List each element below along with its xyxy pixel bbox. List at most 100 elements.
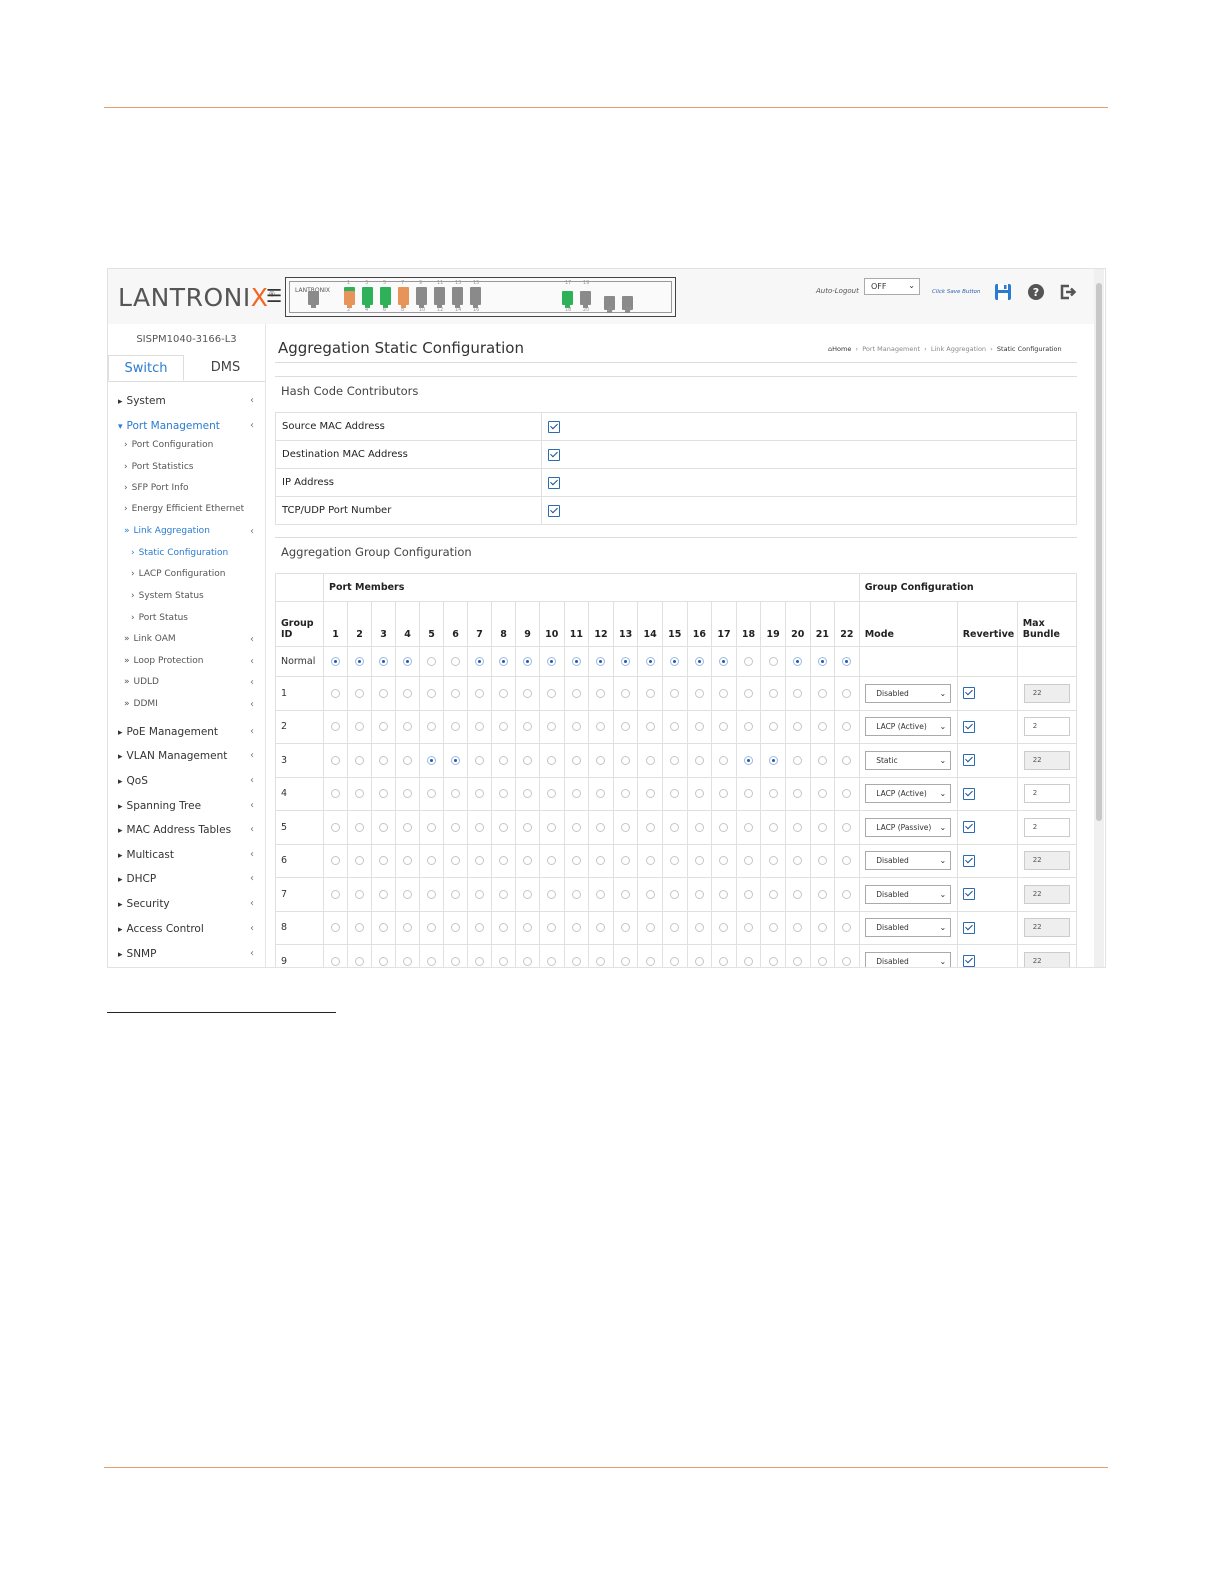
port-radio[interactable] (427, 923, 436, 933)
port-radio[interactable] (645, 923, 655, 933)
port-radio[interactable] (547, 956, 557, 966)
port-radio[interactable] (793, 923, 803, 933)
port-radio[interactable] (475, 856, 484, 866)
port-radio[interactable] (596, 856, 606, 866)
port-radio[interactable] (842, 722, 852, 732)
sidebar-item-vlan-management[interactable]: ▸ VLAN Management ‹ (118, 750, 254, 762)
max-bundle-input[interactable]: 2 (1023, 784, 1070, 804)
port-radio[interactable] (523, 755, 532, 765)
port-radio[interactable] (621, 822, 631, 832)
port-radio[interactable] (670, 657, 680, 666)
mode-select[interactable]: Static ⌄ (865, 750, 952, 770)
revertive-checkbox[interactable] (962, 955, 975, 967)
port-radio[interactable] (719, 755, 729, 765)
port-radio[interactable] (621, 789, 631, 799)
port-radio[interactable] (499, 856, 508, 866)
port-radio[interactable] (719, 822, 729, 832)
port-radio[interactable] (645, 688, 655, 698)
port-radio[interactable] (427, 889, 436, 899)
port-radio[interactable] (645, 856, 655, 866)
port-radio[interactable] (645, 657, 655, 666)
port-radio[interactable] (571, 822, 581, 832)
port-radio[interactable] (744, 822, 754, 832)
port-radio[interactable] (744, 688, 754, 698)
port-radio[interactable] (499, 789, 508, 799)
port-radio[interactable] (842, 956, 852, 966)
port-radio[interactable] (694, 755, 704, 765)
port-radio[interactable] (719, 657, 729, 666)
port-radio[interactable] (596, 722, 606, 732)
port-radio[interactable] (793, 688, 803, 698)
port-radio[interactable] (379, 923, 388, 933)
port-radio[interactable] (670, 789, 680, 799)
port-radio[interactable] (571, 755, 581, 765)
port-radio[interactable] (621, 722, 631, 732)
port-radio[interactable] (842, 822, 852, 832)
port-radio[interactable] (355, 822, 364, 832)
mode-select[interactable]: Disabled ⌄ (865, 951, 952, 967)
port-radio[interactable] (451, 755, 460, 765)
port-radio[interactable] (523, 923, 532, 933)
switch-port[interactable] (434, 291, 445, 308)
port-radio[interactable] (744, 789, 754, 799)
port-radio[interactable] (793, 856, 803, 866)
port-radio[interactable] (842, 856, 852, 866)
sidebar-item-dhcp[interactable]: ▸ DHCP ‹ (118, 873, 254, 885)
port-radio[interactable] (793, 755, 803, 765)
hamburger-menu-icon[interactable]: ☰ (266, 286, 282, 307)
port-radio[interactable] (596, 657, 606, 666)
port-radio[interactable] (355, 956, 364, 966)
port-radio[interactable] (670, 822, 680, 832)
port-radio[interactable] (475, 657, 484, 666)
sidebar-item-poe-management[interactable]: ▸ PoE Management ‹ (118, 726, 254, 738)
help-icon[interactable]: ? (1027, 283, 1045, 301)
sidebar-item-snmp[interactable]: ▸ SNMP ‹ (118, 948, 254, 960)
port-radio[interactable] (451, 722, 460, 732)
hash-checkbox[interactable] (548, 420, 560, 433)
port-radio[interactable] (499, 722, 508, 732)
port-radio[interactable] (596, 755, 606, 765)
port-radio[interactable] (793, 822, 803, 832)
port-radio[interactable] (645, 822, 655, 832)
port-radio[interactable] (499, 923, 508, 933)
port-radio[interactable] (475, 956, 484, 966)
port-radio[interactable] (427, 956, 436, 966)
port-radio[interactable] (547, 657, 557, 666)
port-radio[interactable] (523, 789, 532, 799)
port-radio[interactable] (331, 889, 340, 899)
port-radio[interactable] (793, 889, 803, 899)
tab-dms[interactable]: DMS (186, 355, 265, 381)
port-radio[interactable] (768, 856, 778, 866)
port-radio[interactable] (621, 889, 631, 899)
sidebar-item-mac-address-tables[interactable]: ▸ MAC Address Tables ‹ (118, 824, 254, 836)
port-radio[interactable] (547, 755, 557, 765)
port-radio[interactable] (571, 856, 581, 866)
port-radio[interactable] (523, 688, 532, 698)
port-radio[interactable] (768, 657, 778, 666)
port-radio[interactable] (499, 956, 508, 966)
port-radio[interactable] (547, 688, 557, 698)
switch-port[interactable] (380, 291, 391, 308)
port-radio[interactable] (547, 722, 557, 732)
port-radio[interactable] (331, 789, 340, 799)
port-radio[interactable] (842, 755, 852, 765)
port-radio[interactable] (793, 722, 803, 732)
port-radio[interactable] (842, 889, 852, 899)
sidebar-item-loop-protection[interactable]: » Loop Protection ‹ (124, 656, 254, 667)
sidebar-item-static-configuration[interactable]: › Static Configuration (131, 548, 228, 558)
port-radio[interactable] (817, 923, 827, 933)
port-radio[interactable] (645, 956, 655, 966)
port-radio[interactable] (475, 923, 484, 933)
port-radio[interactable] (621, 923, 631, 933)
hash-checkbox[interactable] (548, 504, 560, 517)
sidebar-item-system-status[interactable]: › System Status (131, 591, 204, 601)
revertive-checkbox[interactable] (962, 854, 975, 867)
port-radio[interactable] (571, 688, 581, 698)
port-radio[interactable] (451, 688, 460, 698)
save-icon[interactable] (994, 283, 1012, 301)
port-radio[interactable] (571, 657, 581, 666)
sidebar-item-link-oam[interactable]: » Link OAM ‹ (124, 634, 254, 645)
port-radio[interactable] (523, 657, 532, 666)
port-radio[interactable] (645, 889, 655, 899)
port-radio[interactable] (379, 755, 388, 765)
